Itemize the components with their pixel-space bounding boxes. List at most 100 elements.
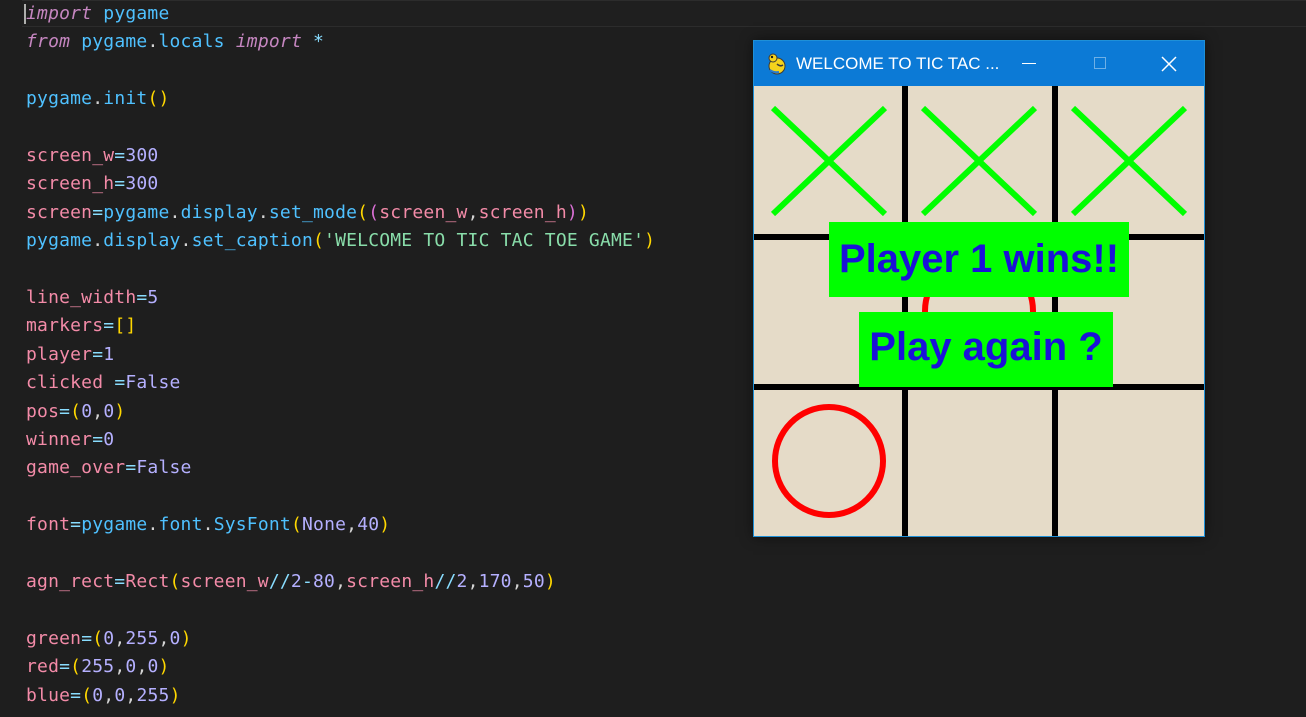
code-token: , xyxy=(511,571,523,592)
code-token: = xyxy=(81,628,93,649)
code-token: = xyxy=(114,145,126,166)
code-line[interactable]: screen=pygame.display.set_mode((screen_w… xyxy=(26,199,589,227)
grid-line-vertical xyxy=(1052,86,1058,536)
code-token: player xyxy=(26,344,93,365)
code-token: // xyxy=(434,571,457,592)
code-line[interactable]: font=pygame.font.SysFont(None,40) xyxy=(26,511,390,539)
close-icon xyxy=(1161,56,1177,72)
code-token: ( xyxy=(70,401,82,422)
code-token: ( xyxy=(92,628,104,649)
code-token: ) xyxy=(566,202,578,223)
code-token: 0 xyxy=(92,685,104,706)
pygame-snake-icon xyxy=(766,52,788,76)
code-token: SysFont xyxy=(213,514,291,535)
close-button[interactable] xyxy=(1134,41,1204,86)
code-token: = xyxy=(59,401,71,422)
code-token: screen_h xyxy=(346,571,435,592)
code-token: pygame xyxy=(103,3,170,24)
code-token: 2 xyxy=(290,571,302,592)
code-line[interactable]: player=1 xyxy=(26,341,114,369)
code-token: . xyxy=(92,230,104,251)
code-token: ( xyxy=(357,202,369,223)
pygame-window[interactable]: WELCOME TO TIC TAC ... Player 1 wins!! P… xyxy=(753,40,1205,537)
code-token: , xyxy=(114,656,126,677)
code-line[interactable]: markers=[] xyxy=(26,312,136,340)
code-token: , xyxy=(467,571,479,592)
code-token: set_caption xyxy=(191,230,313,251)
code-token: , xyxy=(158,628,170,649)
code-token: 2 xyxy=(456,571,468,592)
code-token: import xyxy=(26,3,93,24)
code-token: ) xyxy=(169,685,181,706)
code-token: clicked xyxy=(26,372,104,393)
code-line[interactable]: line_width=5 xyxy=(26,284,158,312)
code-line[interactable]: screen_h=300 xyxy=(26,170,158,198)
code-line[interactable]: import pygame xyxy=(26,0,170,28)
code-line[interactable]: pygame.display.set_caption('WELCOME TO T… xyxy=(26,227,655,255)
code-token: display xyxy=(103,230,181,251)
code-token: pygame xyxy=(26,230,93,251)
code-line[interactable]: game_over=False xyxy=(26,454,192,482)
code-token: set_mode xyxy=(268,202,358,223)
code-token: line_width xyxy=(26,287,137,308)
code-token: 80 xyxy=(313,571,336,592)
code-token: , xyxy=(125,685,137,706)
code-token: font xyxy=(158,514,203,535)
code-token: , xyxy=(467,202,479,223)
code-token: Rect xyxy=(125,571,170,592)
code-token: 5 xyxy=(147,287,159,308)
code-line[interactable]: agn_rect=Rect(screen_w//2-80,screen_h//2… xyxy=(26,568,556,596)
code-line[interactable]: from pygame.locals import * xyxy=(26,28,324,56)
code-token: screen_h xyxy=(478,202,567,223)
code-token: = xyxy=(59,656,71,677)
code-token: ) xyxy=(544,571,556,592)
code-token: 0 xyxy=(103,429,115,450)
code-token: * xyxy=(313,31,325,52)
x-marker xyxy=(770,105,888,217)
code-line[interactable]: pygame.init() xyxy=(26,85,170,113)
code-token: ( xyxy=(70,656,82,677)
code-token: blue xyxy=(26,685,71,706)
code-line[interactable]: red=(255,0,0) xyxy=(26,653,170,681)
code-token: = xyxy=(92,202,104,223)
code-token: ( xyxy=(169,571,181,592)
code-line[interactable]: clicked =False xyxy=(26,369,181,397)
code-token: = xyxy=(125,457,137,478)
code-line[interactable]: blue=(0,0,255) xyxy=(26,682,181,710)
code-token: 0 xyxy=(103,628,115,649)
code-token: . xyxy=(147,31,159,52)
code-token: , xyxy=(103,685,115,706)
code-token: 0 xyxy=(81,401,93,422)
maximize-button[interactable] xyxy=(1065,41,1135,86)
code-token: import xyxy=(235,31,302,52)
code-token: ( xyxy=(313,230,325,251)
play-again-button[interactable]: Play again ? xyxy=(859,312,1113,387)
code-line[interactable]: winner=0 xyxy=(26,426,114,454)
code-token: green xyxy=(26,628,82,649)
code-line[interactable]: pos=(0,0) xyxy=(26,398,125,426)
grid-line-vertical xyxy=(902,86,908,536)
code-token: ( xyxy=(290,514,302,535)
code-token: . xyxy=(147,514,159,535)
code-token: , xyxy=(136,656,148,677)
code-token: 0 xyxy=(169,628,181,649)
window-title-bar[interactable]: WELCOME TO TIC TAC ... xyxy=(754,41,1204,86)
code-line[interactable]: screen_w=300 xyxy=(26,142,158,170)
code-token: 0 xyxy=(103,401,115,422)
code-token: display xyxy=(180,202,258,223)
code-token: = xyxy=(92,429,104,450)
code-token: ) xyxy=(114,401,126,422)
code-token: pos xyxy=(26,401,60,422)
code-token: ( xyxy=(81,685,93,706)
code-token: ) xyxy=(577,202,589,223)
tic-tac-toe-board[interactable]: Player 1 wins!! Play again ? xyxy=(754,86,1204,536)
code-token: ) xyxy=(158,656,170,677)
minimize-button[interactable] xyxy=(995,41,1065,86)
code-token: = xyxy=(70,514,82,535)
code-token: 40 xyxy=(357,514,380,535)
code-token: , xyxy=(114,628,126,649)
code-line[interactable]: green=(0,255,0) xyxy=(26,625,192,653)
code-token: screen_w xyxy=(379,202,468,223)
